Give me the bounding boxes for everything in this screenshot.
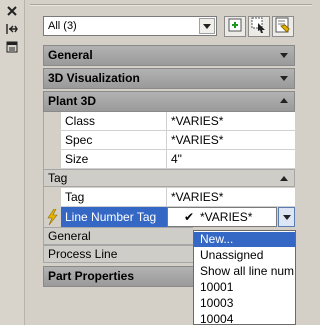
palette-title-strip xyxy=(0,0,24,325)
toggle-pickadd-icon xyxy=(227,17,243,36)
property-value: *VARIES* xyxy=(200,210,253,224)
section-part-properties[interactable]: Part Properties xyxy=(43,266,193,287)
chevron-down-icon xyxy=(280,53,288,58)
check-icon: ✔ xyxy=(184,210,195,224)
select-objects-icon xyxy=(251,17,267,36)
property-key-selected[interactable]: Line Number Tag xyxy=(61,207,167,227)
row-gutter xyxy=(43,112,61,169)
subsection-label: Process Line xyxy=(48,247,118,261)
selection-combobox[interactable]: All (3) xyxy=(43,16,217,36)
section-label: General xyxy=(48,48,93,62)
line-number-combobox[interactable]: ✔ *VARIES* xyxy=(167,207,277,227)
toggle-pickadd-button[interactable] xyxy=(224,16,246,37)
dropdown-item-new[interactable]: New... xyxy=(194,232,295,247)
property-key: Class xyxy=(61,112,167,131)
property-value[interactable]: *VARIES* xyxy=(169,188,223,207)
subsection-general[interactable]: General xyxy=(43,227,193,245)
close-icon[interactable] xyxy=(5,4,19,18)
dropdown-item-10003[interactable]: 10003 xyxy=(194,296,295,311)
property-key: Size xyxy=(61,150,167,169)
dropdown-item-unassigned[interactable]: Unassigned xyxy=(194,248,295,263)
property-value[interactable]: 4" xyxy=(169,150,182,169)
panel-divider xyxy=(30,4,312,6)
property-key: Spec xyxy=(61,131,167,150)
chevron-down-icon[interactable] xyxy=(199,18,215,34)
line-number-dropdown-list[interactable]: New... Unassigned Show all line num 1000… xyxy=(193,230,296,325)
section-plant3d[interactable]: Plant 3D xyxy=(43,91,295,112)
subsection-process-line[interactable]: Process Line xyxy=(43,245,193,263)
section-label: Part Properties xyxy=(48,269,135,283)
dropdown-item-10001[interactable]: 10001 xyxy=(194,280,295,295)
dropdown-item-show-all[interactable]: Show all line num xyxy=(194,264,295,279)
select-objects-button[interactable] xyxy=(248,16,270,37)
line-number-dropdown-button[interactable] xyxy=(278,207,295,227)
chevron-down-icon xyxy=(282,211,291,223)
section-3d-visualization[interactable]: 3D Visualization xyxy=(43,68,295,89)
section-label: 3D Visualization xyxy=(48,71,140,85)
dropdown-item-10004[interactable]: 10004 xyxy=(194,312,295,324)
selection-value: All (3) xyxy=(48,20,77,32)
quick-select-icon xyxy=(275,17,291,36)
auto-hide-icon[interactable] xyxy=(5,22,19,36)
quick-select-button[interactable] xyxy=(272,16,294,37)
subsection-label: Tag xyxy=(48,171,68,185)
chevron-up-icon xyxy=(280,176,288,181)
property-key: Tag xyxy=(61,188,167,207)
lightning-icon xyxy=(43,207,61,227)
subsection-tag[interactable]: Tag xyxy=(43,169,295,187)
property-value[interactable]: *VARIES* xyxy=(169,131,223,150)
property-row-class[interactable]: Class *VARIES* xyxy=(61,112,295,131)
section-label: Plant 3D xyxy=(48,94,97,108)
chevron-down-icon xyxy=(280,76,288,81)
subsection-label: General xyxy=(48,229,91,243)
chevron-up-icon xyxy=(280,98,288,103)
property-row-spec[interactable]: Spec *VARIES* xyxy=(61,131,295,150)
property-row-size[interactable]: Size 4" xyxy=(61,150,295,169)
section-general[interactable]: General xyxy=(43,45,295,66)
property-row-tag[interactable]: Tag *VARIES* xyxy=(61,188,295,207)
property-value[interactable]: *VARIES* xyxy=(169,112,223,131)
properties-icon[interactable] xyxy=(5,40,19,54)
